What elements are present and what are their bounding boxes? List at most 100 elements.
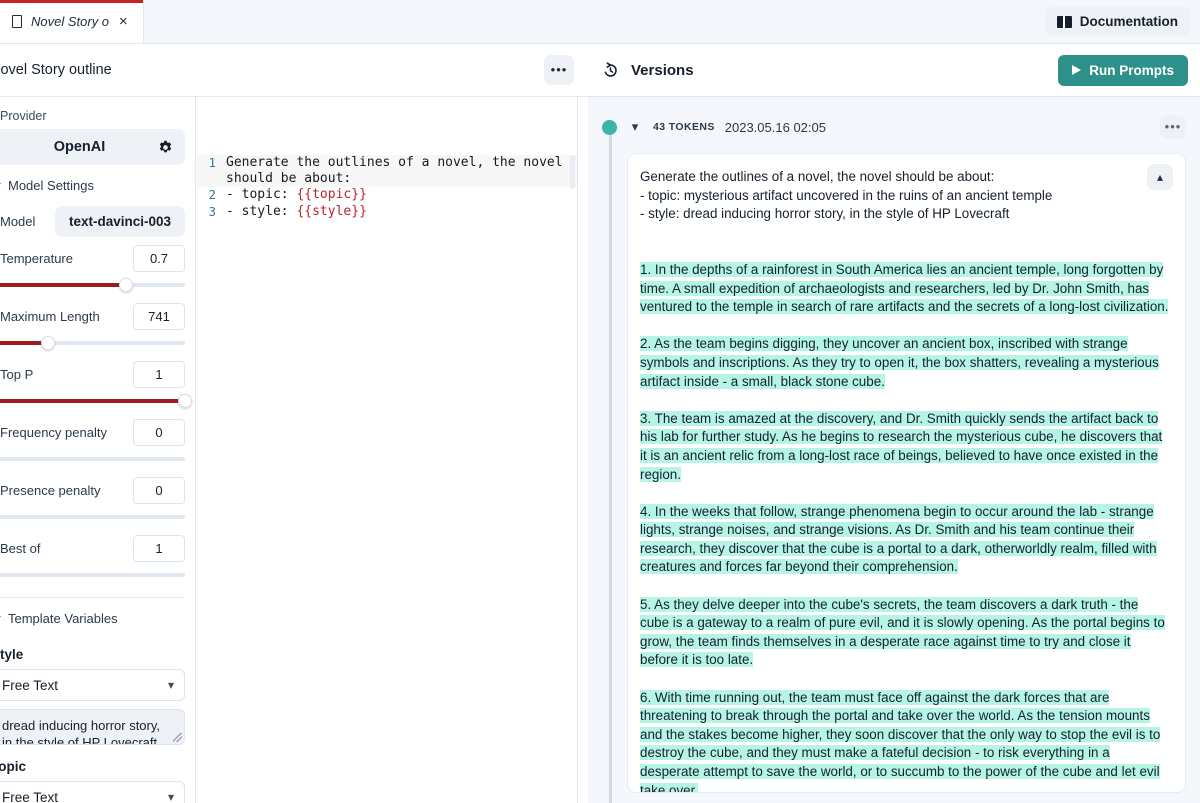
model-settings-label: Model Settings <box>8 178 94 193</box>
variable-value-text-style: dread inducing horror story, in the styl… <box>2 718 161 745</box>
completion-paragraph: 5. As they delve deeper into the cube's … <box>640 596 1165 668</box>
page-title: Novel Story outline <box>0 62 112 78</box>
param-value-top-p[interactable]: 1 <box>133 361 185 388</box>
variable-type-select-style[interactable]: Free Text ▾ <box>0 669 185 701</box>
prompt-more-menu-button[interactable]: ••• <box>544 55 574 85</box>
param-label-frequency-penalty: Frequency penalty <box>0 425 107 440</box>
completion-paragraph: 4. In the weeks that follow, strange phe… <box>640 503 1157 575</box>
slider-knob[interactable] <box>119 278 134 292</box>
version-more-menu-button[interactable]: ••• <box>1160 115 1186 139</box>
slider-track <box>0 515 185 519</box>
completion-paragraph: 2. As the team begins digging, they unco… <box>640 336 1159 389</box>
param-value-temperature[interactable]: 0.7 <box>133 245 185 272</box>
version-entry-header[interactable]: ▾ 43 TOKENS 2023.05.16 02:05 ••• <box>602 115 1186 139</box>
close-icon[interactable]: × <box>118 14 129 30</box>
run-prompts-button[interactable]: Run Prompts <box>1058 54 1188 86</box>
param-value-frequency-penalty[interactable]: 0 <box>133 419 185 446</box>
param-row-best-of: Best of 1 <box>0 531 195 566</box>
line-variable: {{style}} <box>296 203 367 219</box>
versions-timeline: ▾ 43 TOKENS 2023.05.16 02:05 ••• ▴ Gener… <box>588 97 1200 803</box>
slider-knob[interactable] <box>40 336 55 350</box>
slider-track <box>0 573 185 577</box>
prompt-line: Generate the outlines of a novel, the no… <box>640 169 995 184</box>
param-label-best-of: Best of <box>0 541 41 556</box>
param-label-presence-penalty: Presence penalty <box>0 483 101 498</box>
timeline-line <box>609 127 612 803</box>
tab-novel-story-outline[interactable]: Novel Story outline × <box>0 0 144 43</box>
slider-maximum-length[interactable] <box>0 335 185 351</box>
model-selector[interactable]: text-davinci-003 <box>54 206 185 237</box>
model-settings-section-header[interactable]: Model Settings <box>0 165 195 202</box>
slider-best-of[interactable] <box>0 567 185 583</box>
chevron-down-icon <box>0 616 1 621</box>
slider-fill <box>0 283 127 287</box>
param-label-top-p: Top P <box>0 367 34 382</box>
param-label-temperature: Temperature <box>0 251 73 266</box>
template-variables-label: Template Variables <box>8 611 118 626</box>
token-count-badge: 43 TOKENS <box>653 121 715 133</box>
versions-panel: Versions Run Prompts ▾ 43 TOKENS 2023.05… <box>588 44 1200 803</box>
prompt-line: - style: dread inducing horror story, in… <box>640 206 1010 222</box>
param-row-frequency-penalty: Frequency penalty 0 <box>0 415 195 450</box>
param-row-top-p: Top P 1 <box>0 357 195 392</box>
prompt-editor[interactable]: 1 Generate the outlines of a novel, the … <box>196 97 578 803</box>
variable-value-style[interactable]: dread inducing horror story, in the styl… <box>0 709 185 745</box>
slider-top-p[interactable] <box>0 393 192 409</box>
tab-label: Novel Story outline <box>31 14 109 29</box>
editor-line: should be about: <box>196 171 577 188</box>
model-row: Model text-davinci-003 <box>0 202 195 241</box>
line-number <box>196 171 226 187</box>
line-variable: {{topic}} <box>296 187 367 203</box>
line-number: 2 <box>208 187 216 203</box>
param-row-temperature: Temperature 0.7 <box>0 241 195 276</box>
slider-track <box>0 457 185 461</box>
prompt-title-bar: Novel Story outline ••• <box>0 44 588 97</box>
version-response-card: ▴ Generate the outlines of a novel, the … <box>627 153 1186 793</box>
provider-label: Provider <box>0 109 47 123</box>
resize-handle-icon[interactable] <box>173 733 182 742</box>
line-text: Generate the outlines of a novel, the no… <box>226 155 563 170</box>
editor-scrollbar[interactable] <box>570 155 575 189</box>
line-number: 1 <box>208 155 216 170</box>
provider-value: OpenAI <box>53 139 106 155</box>
variable-name-style: Style <box>0 647 24 662</box>
line-text: - topic: <box>226 187 297 203</box>
variable-type-value-style: Free Text <box>2 677 59 693</box>
param-value-best-of[interactable]: 1 <box>133 535 185 562</box>
editor-line: 3 - style: {{style}} <box>196 204 577 220</box>
model-label: Model <box>0 214 36 229</box>
book-icon <box>1056 15 1072 28</box>
line-number: 3 <box>208 203 216 219</box>
editor-top-padding <box>196 97 577 155</box>
param-value-presence-penalty[interactable]: 0 <box>133 477 185 504</box>
param-value-maximum-length[interactable]: 741 <box>133 303 185 330</box>
provider-selector[interactable]: OpenAI <box>0 129 185 165</box>
param-label-maximum-length: Maximum Length <box>0 309 100 324</box>
play-icon <box>1072 65 1082 75</box>
documentation-button[interactable]: Documentation <box>1044 7 1190 36</box>
variable-name-topic: Topic <box>0 759 26 774</box>
completion-paragraph: 3. The team is amazed at the discovery, … <box>640 410 1163 482</box>
line-text: should be about: <box>226 171 352 187</box>
gear-icon[interactable] <box>158 140 173 155</box>
chevron-up-icon[interactable]: ▴ <box>1147 164 1173 190</box>
response-body: Generate the outlines of a novel, the no… <box>640 168 1169 792</box>
slider-temperature[interactable] <box>0 277 185 293</box>
chevron-down-icon[interactable]: ▾ <box>627 119 643 135</box>
chevron-down-icon: ▾ <box>167 678 174 692</box>
chevron-down-icon <box>0 183 1 188</box>
variable-type-value-topic: Free Text <box>2 789 59 803</box>
slider-frequency-penalty[interactable] <box>0 451 185 467</box>
variable-type-select-topic[interactable]: Free Text ▾ <box>0 781 185 803</box>
slider-presence-penalty[interactable] <box>0 509 185 525</box>
slider-knob[interactable] <box>178 394 192 408</box>
versions-title: Versions <box>631 61 694 79</box>
editor-code[interactable]: 1 Generate the outlines of a novel, the … <box>196 155 577 220</box>
template-variables-section-header[interactable]: Template Variables <box>0 598 195 635</box>
timeline-dot-icon <box>602 119 617 135</box>
